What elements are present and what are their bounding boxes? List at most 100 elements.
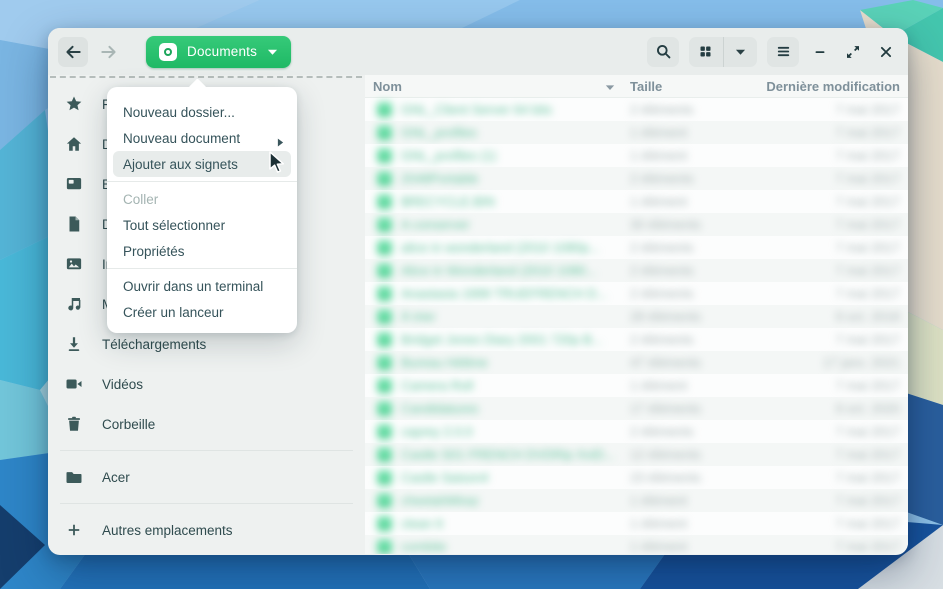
grid-view-button[interactable] [689,37,723,67]
folder-icon [377,378,392,393]
menu-item-coller: Coller [107,186,297,212]
file-row[interactable]: cheetahMiraz1 élément7 mai 2017 [365,489,908,512]
maximize-icon [844,43,862,61]
file-row[interactable]: Bridget Jones Diary 2001 720p B...2 élém… [365,328,908,351]
menu-item-label: Créer un lanceur [123,305,224,320]
file-row[interactable]: 2048Portable2 éléments7 mai 2017 [365,167,908,190]
file-size: 12 éléments [630,447,701,462]
menu-item-nouveau-dossier-[interactable]: Nouveau dossier... [107,99,297,125]
file-name: Bridget Jones Diary 2001 720p B... [401,332,603,347]
file-name: À trier [401,309,436,324]
file-row-content: cheetahMiraz1 élément7 mai 2017 [365,489,908,512]
download-icon [62,335,86,353]
menu-item-cr-er-un-lanceur[interactable]: Créer un lanceur [107,299,297,325]
file-row[interactable]: combite1 élément7 mai 2017 [365,535,908,554]
file-size: 2 éléments [630,171,694,186]
folder-icon [377,470,392,485]
file-name: Alice in Wonderland (2010 1080... [401,263,597,278]
folder-icon [377,240,392,255]
sidebar-item-label: Vidéos [102,377,143,392]
grid-view-icon [698,44,713,59]
file-size: 28 éléments [630,309,701,324]
maximize-button[interactable] [841,40,865,64]
file-row-content: GNL_Client Server 64 bits2 éléments7 mai… [365,98,908,121]
trash-icon [62,415,86,433]
sidebar-item-autres-emplacements[interactable]: Autres emplacements [48,510,365,550]
close-icon [877,43,895,61]
column-header-modified[interactable]: Dernière modification [766,79,900,94]
menu-item-ajouter-aux-signets[interactable]: Ajouter aux signets [113,151,291,177]
menu-item-propri-t-s[interactable]: Propriétés [107,238,297,264]
app-menu-button[interactable] [767,37,799,67]
search-button[interactable] [647,37,679,67]
file-name: A conserver [401,217,470,232]
list-header: Nom Taille Dernière modification [365,75,908,98]
mouse-cursor [266,151,288,175]
file-row[interactable]: GNL_profiles1 élément7 mai 2017 [365,121,908,144]
column-header-size[interactable]: Taille [630,79,662,94]
file-size: 30 éléments [630,217,701,232]
file-modified-date: 7 mai 2017 [836,424,900,439]
sidebar-item-acer[interactable]: Acer [48,457,365,497]
file-name: alice in wonderland (2010 1080p... [401,240,600,255]
file-modified-date: 17 janv. 2021 [823,355,900,370]
back-button[interactable] [58,37,88,67]
menu-item-tout-s-lectionner[interactable]: Tout sélectionner [107,212,297,238]
file-size: 1 élément [630,148,687,163]
file-row[interactable]: Camera Roll1 élément7 mai 2017 [365,374,908,397]
file-modified-date: 7 mai 2017 [836,539,900,554]
document-icon [62,215,86,233]
menu-item-nouveau-document[interactable]: Nouveau document [107,125,297,151]
file-row[interactable]: Alice in Wonderland (2010 1080...2 éléme… [365,259,908,282]
file-row[interactable]: $RECYCLE.BIN1 élément7 mai 2017 [365,190,908,213]
file-row[interactable]: Bureau Hélène47 éléments17 janv. 2021 [365,351,908,374]
folder-icon [377,355,392,370]
chevron-down-icon [267,48,278,56]
file-name: caprey 2.0.0 [401,424,473,439]
file-row-content: A conserver 30 éléments 7 mai 2017 [365,213,908,236]
file-modified-date: 7 mai 2017 [836,217,900,232]
close-button[interactable] [874,40,898,64]
file-row[interactable]: Anastasia 1999 TRUEFRENCH D...2 éléments… [365,282,908,305]
folder-icon [377,447,392,462]
view-options-button[interactable] [724,37,758,67]
sidebar-item-vid-os[interactable]: Vidéos [48,364,365,404]
view-split-button [689,37,757,67]
file-row[interactable]: alice in wonderland (2010 1080p...2 élém… [365,236,908,259]
arrow-left-icon [63,42,83,62]
file-row[interactable]: Castle S01 FRENCH DVDRip XviD...12 éléme… [365,443,908,466]
file-row[interactable]: A conserver 30 éléments 7 mai 2017 [365,213,908,236]
forward-button[interactable] [94,37,124,67]
minimize-button[interactable] [808,40,832,64]
menu-item-ouvrir-dans-un-terminal[interactable]: Ouvrir dans un terminal [107,273,297,299]
menu-item-label: Propriétés [123,244,185,259]
folder-icon [377,539,392,554]
file-row[interactable]: caprey 2.0.02 éléments7 mai 2017 [365,420,908,443]
file-name: Anastasia 1999 TRUEFRENCH D... [401,286,607,301]
file-row[interactable]: Candidatures17 éléments9 oct. 2020 [365,397,908,420]
file-name: Candidatures [401,401,478,416]
file-row-content: À trier28 éléments9 oct. 2018 [365,305,908,328]
search-icon [654,42,673,61]
file-modified-date: 7 mai 2017 [836,148,900,163]
column-header-name[interactable]: Nom [373,79,402,94]
folder-icon [377,263,392,278]
folder-icon [377,493,392,508]
file-row[interactable]: GNL_Client Server 64 bits2 éléments7 mai… [365,98,908,121]
file-row[interactable]: GNL_profiles (1)1 élément7 mai 2017 [365,144,908,167]
file-row-content: caprey 2.0.02 éléments7 mai 2017 [365,420,908,443]
sort-descending-icon [605,84,615,91]
file-modified-date: 7 mai 2017 [836,240,900,255]
menu-item-label: Ajouter aux signets [123,157,238,172]
desktop: Documents [0,0,943,589]
folder-icon [377,171,392,186]
file-row[interactable]: clean It1 élément7 mai 2017 [365,512,908,535]
folder-icon [62,468,86,486]
file-row[interactable]: Castle Saison423 éléments7 mai 2017 [365,466,908,489]
file-row[interactable]: À trier28 éléments9 oct. 2018 [365,305,908,328]
file-modified-date: 7 mai 2017 [836,263,900,278]
folder-icon [377,125,392,140]
sidebar-item-corbeille[interactable]: Corbeille [48,404,365,444]
file-name: Bureau Hélène [401,355,488,370]
current-folder-button[interactable]: Documents [146,36,291,68]
